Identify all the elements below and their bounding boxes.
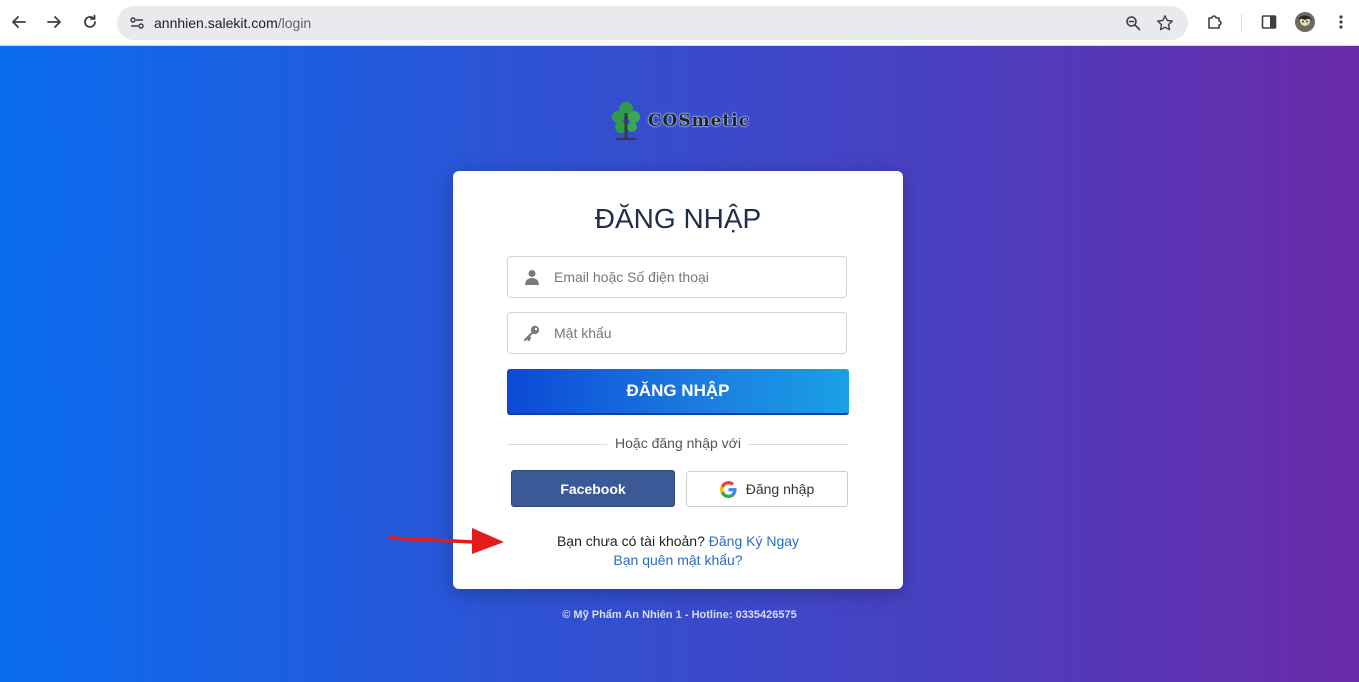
reload-icon[interactable] xyxy=(76,8,104,36)
login-title: ĐĂNG NHẬP xyxy=(594,203,762,234)
star-icon[interactable] xyxy=(1155,13,1175,33)
login-card: ĐĂNG NHẬP ĐĂNG NHẬP Hoặc đăng nhập với F… xyxy=(453,171,903,589)
logo-text: COSmetic xyxy=(648,111,751,131)
side-panel-icon[interactable] xyxy=(1256,9,1282,35)
google-g-icon xyxy=(719,480,737,498)
login-button[interactable]: ĐĂNG NHẬP xyxy=(507,369,849,415)
user-icon xyxy=(522,267,542,287)
url-path: /login xyxy=(277,15,312,31)
footer-text: © Mỹ Phẩm An Nhiên 1 - Hotline: 03354265… xyxy=(562,609,797,621)
forward-arrow-icon[interactable] xyxy=(40,8,68,36)
signup-row: Bạn chưa có tài khoản? Đăng Ký Ngay xyxy=(453,533,903,549)
email-field[interactable] xyxy=(507,256,847,298)
divider-text: Hoặc đăng nhập với xyxy=(607,435,749,451)
password-input[interactable] xyxy=(554,313,834,353)
browser-toolbar: annhien.salekit.com/login xyxy=(0,0,1359,46)
forgot-password-link[interactable]: Bạn quên mật khẩu? xyxy=(613,552,742,568)
google-login-label: Đăng nhập xyxy=(745,481,815,497)
address-bar[interactable]: annhien.salekit.com/login xyxy=(117,6,1188,40)
email-input[interactable] xyxy=(554,257,834,297)
toolbar-divider xyxy=(1241,14,1242,32)
url-text[interactable]: annhien.salekit.com/login xyxy=(154,15,311,31)
key-icon xyxy=(522,323,542,343)
red-arrow-icon xyxy=(388,528,504,554)
password-field[interactable] xyxy=(507,312,847,354)
signup-link[interactable]: Đăng Ký Ngay xyxy=(709,533,799,549)
social-divider: Hoặc đăng nhập với xyxy=(507,435,849,453)
login-page: COSmetic ĐĂNG NHẬP ĐĂNG NHẬP Hoặc đăng n… xyxy=(0,46,1359,682)
signup-prompt: Bạn chưa có tài khoản? xyxy=(556,533,705,549)
back-arrow-icon[interactable] xyxy=(5,8,33,36)
google-login-button[interactable]: Đăng nhập xyxy=(686,471,848,507)
url-host: annhien.salekit.com xyxy=(154,15,278,31)
avatar[interactable] xyxy=(1292,9,1318,35)
tune-icon[interactable] xyxy=(127,13,147,33)
puzzle-icon[interactable] xyxy=(1202,9,1228,35)
kebab-menu-icon[interactable] xyxy=(1328,9,1354,35)
zoom-icon[interactable] xyxy=(1123,13,1143,33)
facebook-login-button[interactable]: Facebook xyxy=(511,470,675,507)
forgot-row: Bạn quên mật khẩu? xyxy=(453,552,903,568)
tree-logo-icon xyxy=(612,102,640,140)
brand-logo[interactable]: COSmetic xyxy=(610,100,760,142)
